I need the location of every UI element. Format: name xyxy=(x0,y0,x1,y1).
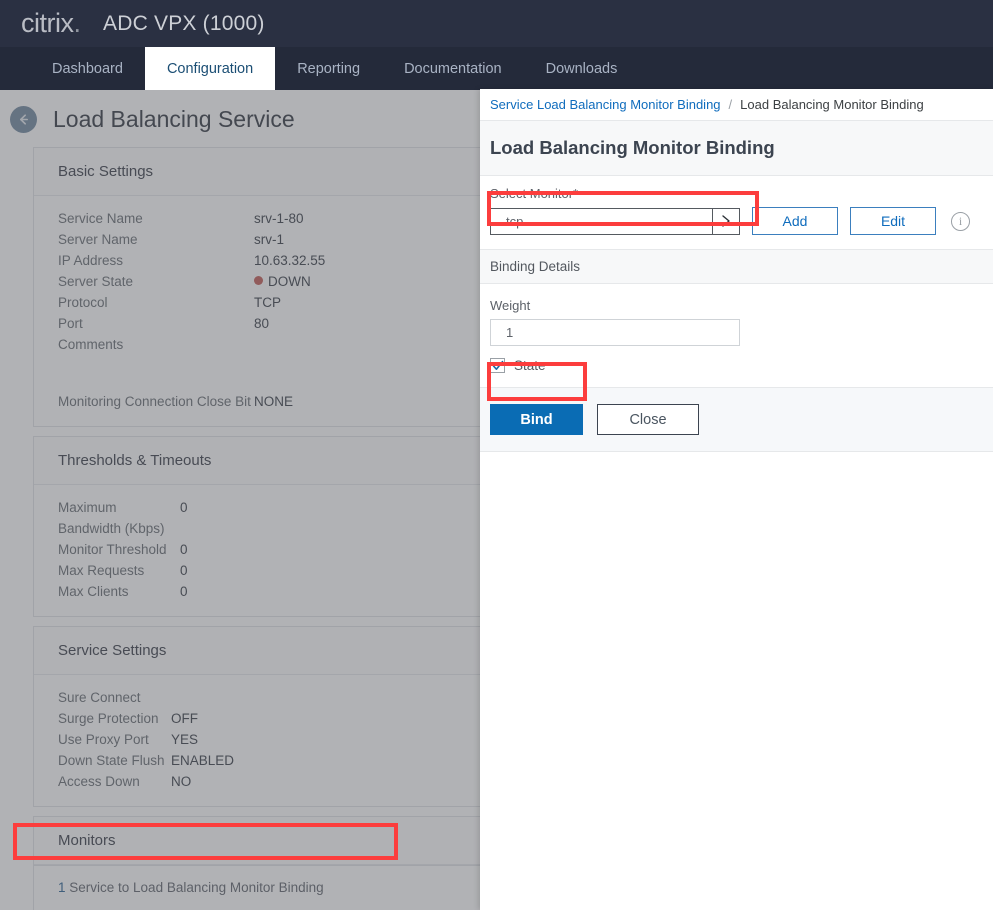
field-value: 80 xyxy=(254,316,270,331)
field-label: Max Clients xyxy=(58,584,129,599)
state-checkbox[interactable] xyxy=(490,358,505,373)
breadcrumb-separator: / xyxy=(728,97,733,112)
binding-label: Service to Load Balancing Monitor Bindin… xyxy=(65,880,324,895)
field-label: Server State xyxy=(58,274,134,289)
status-text: DOWN xyxy=(268,274,311,289)
field-label: Sure Connect xyxy=(58,690,141,705)
bind-button[interactable]: Bind xyxy=(490,404,583,435)
screen-root: citrix . ADC VPX (1000) Dashboard Config… xyxy=(0,0,993,910)
select-monitor-row: tcp Add Edit i xyxy=(490,207,993,235)
dialog-title: Load Balancing Monitor Binding xyxy=(480,121,993,176)
tab-configuration[interactable]: Configuration xyxy=(144,47,276,90)
citrix-logo-dot: . xyxy=(73,8,82,38)
arrow-left-circle-icon xyxy=(20,114,28,125)
field-value: NONE xyxy=(254,394,294,409)
field-label: Service Name xyxy=(58,211,143,226)
page-title: Load Balancing Service xyxy=(53,106,295,132)
breadcrumb-current: Load Balancing Monitor Binding xyxy=(740,97,924,112)
edit-monitor-button[interactable]: Edit xyxy=(850,207,936,235)
close-button[interactable]: Close xyxy=(597,404,699,435)
product-title: ADC VPX (1000) xyxy=(103,11,265,35)
add-monitor-button[interactable]: Add xyxy=(752,207,838,235)
status-dot-icon xyxy=(254,276,263,285)
monitor-select-value: tcp xyxy=(506,213,524,229)
field-label: Surge Protection xyxy=(58,711,159,726)
check-icon xyxy=(492,360,504,370)
state-label: State xyxy=(514,358,546,373)
field-label: Server Name xyxy=(58,232,138,247)
field-value: TCP xyxy=(254,295,281,310)
tab-dashboard[interactable]: Dashboard xyxy=(30,47,145,90)
main-navigation: Dashboard Configuration Reporting Docume… xyxy=(0,47,993,90)
brand-bar: citrix . ADC VPX (1000) xyxy=(0,0,993,47)
binding-count: 1 xyxy=(58,880,66,895)
tab-reporting[interactable]: Reporting xyxy=(275,47,382,90)
field-label: Monitoring Connection Close Bit xyxy=(58,394,251,409)
binding-details-heading: Binding Details xyxy=(480,249,993,284)
field-label: Protocol xyxy=(58,295,108,310)
state-checkbox-row[interactable]: State xyxy=(490,358,993,373)
info-circle-icon[interactable]: i xyxy=(951,211,970,231)
field-label: Access Down xyxy=(58,774,140,789)
weight-input[interactable]: 1 xyxy=(490,319,740,346)
field-value: 10.63.32.55 xyxy=(254,253,326,268)
field-value: 0 xyxy=(180,500,188,515)
status-badge: DOWN xyxy=(254,271,311,292)
field-label: Use Proxy Port xyxy=(58,732,149,747)
weight-label: Weight xyxy=(490,298,531,313)
field-value: 0 xyxy=(180,584,188,599)
field-label: IP Address xyxy=(58,253,124,268)
breadcrumb-parent-link[interactable]: Service Load Balancing Monitor Binding xyxy=(490,97,721,112)
field-value: 0 xyxy=(180,563,188,578)
tab-documentation[interactable]: Documentation xyxy=(382,47,524,90)
field-label: Maximum Bandwidth (Kbps) xyxy=(58,500,165,536)
field-value: NO xyxy=(171,774,192,789)
back-button[interactable] xyxy=(10,106,37,133)
field-value: 0 xyxy=(180,542,188,557)
chevron-right-icon[interactable] xyxy=(712,208,739,234)
citrix-logo: citrix xyxy=(21,8,74,38)
field-label: Down State Flush xyxy=(58,753,165,768)
field-value: srv-1-80 xyxy=(254,211,304,226)
monitor-select[interactable]: tcp xyxy=(490,207,740,235)
field-label: Comments xyxy=(58,337,124,352)
field-value: YES xyxy=(171,732,199,747)
field-label: Monitor Threshold xyxy=(58,542,167,557)
load-balancing-monitor-binding-dialog: Service Load Balancing Monitor Binding /… xyxy=(480,89,993,910)
field-value: OFF xyxy=(171,711,198,726)
breadcrumb: Service Load Balancing Monitor Binding /… xyxy=(480,89,993,121)
field-value: ENABLED xyxy=(171,753,235,768)
dialog-footer: Bind Close xyxy=(480,387,993,452)
field-value: srv-1 xyxy=(254,232,284,247)
select-monitor-section: Select Monitor* tcp Add Edit i xyxy=(480,176,993,235)
select-monitor-label: Select Monitor* xyxy=(490,186,579,201)
field-label: Port xyxy=(58,316,83,331)
tab-downloads[interactable]: Downloads xyxy=(524,47,640,90)
field-label: Max Requests xyxy=(58,563,145,578)
